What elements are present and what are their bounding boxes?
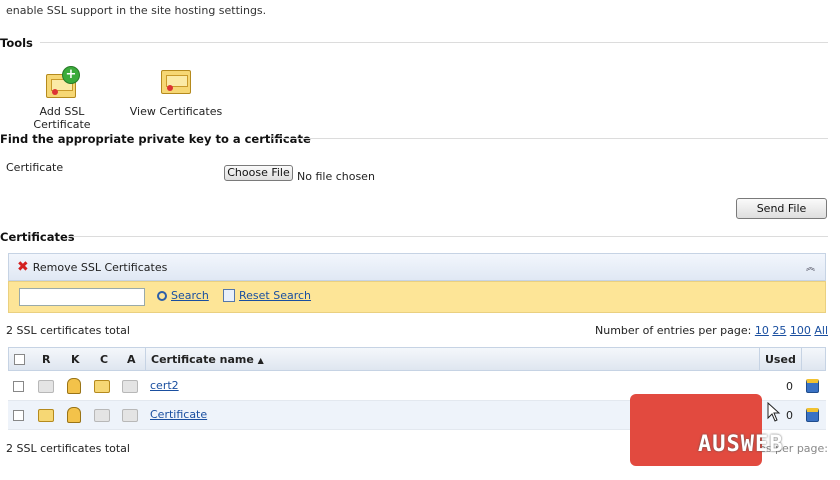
ca-certificate-icon[interactable] <box>122 380 138 393</box>
column-certificate-name[interactable]: Certificate name ▲ <box>151 353 264 366</box>
remove-ssl-certificates-button[interactable]: ✖ Remove SSL Certificates <box>17 260 167 274</box>
divider <box>759 348 760 370</box>
column-k: K <box>71 353 80 366</box>
add-ssl-certificate-tool[interactable]: + Add SSL Certificate <box>10 66 114 131</box>
add-ssl-certificate-label: Add SSL Certificate <box>33 105 91 131</box>
magnifier-icon <box>157 290 167 301</box>
certificates-title: Certificates <box>0 230 75 244</box>
entries-per-page: Number of entries per page: 10 25 100 Al… <box>595 324 828 337</box>
sort-ascending-icon: ▲ <box>257 356 264 365</box>
plus-icon: + <box>62 66 80 84</box>
key-icon[interactable] <box>67 407 81 423</box>
divider <box>145 348 146 370</box>
column-r: R <box>42 353 51 366</box>
column-certificate-name-label: Certificate name <box>151 353 254 366</box>
ausweb-logo-text: AUSWEB <box>698 432 784 457</box>
mouse-cursor-icon <box>767 402 781 422</box>
certificate-request-icon[interactable] <box>38 409 54 422</box>
total-count-top: 2 SSL certificates total <box>6 324 130 337</box>
total-count-bottom: 2 SSL certificates total <box>6 442 130 455</box>
key-icon[interactable] <box>67 378 81 394</box>
reset-search-link[interactable]: Reset Search <box>239 289 311 302</box>
used-count: 0 <box>786 380 793 393</box>
save-icon[interactable] <box>806 379 819 393</box>
view-certificates-tool[interactable]: View Certificates <box>126 68 226 118</box>
used-count: 0 <box>786 409 793 422</box>
search-input[interactable] <box>19 288 145 306</box>
intro-text: enable SSL support in the site hosting s… <box>6 4 267 17</box>
save-icon[interactable] <box>806 408 819 422</box>
divider <box>801 348 802 370</box>
delete-x-icon: ✖ <box>17 259 29 275</box>
certificate-field-label: Certificate <box>6 161 64 174</box>
search-button[interactable]: Search <box>157 289 209 302</box>
divider <box>68 236 828 237</box>
certificate-icon[interactable] <box>94 409 110 422</box>
page-option-25[interactable]: 25 <box>772 324 786 337</box>
row-checkbox[interactable] <box>13 410 24 421</box>
row-checkbox[interactable] <box>13 381 24 392</box>
column-used: Used <box>765 353 796 366</box>
page-option-all[interactable]: All <box>814 324 828 337</box>
column-c: C <box>100 353 109 366</box>
certificate-name-link[interactable]: Certificate <box>150 408 207 421</box>
select-all-checkbox[interactable] <box>14 354 25 365</box>
certificate-request-icon[interactable] <box>38 380 54 393</box>
view-certificates-label: View Certificates <box>129 105 223 118</box>
table-header: R K C A Certificate name ▲ Used <box>8 347 826 371</box>
page-option-100[interactable]: 100 <box>790 324 811 337</box>
certificate-name-link[interactable]: cert2 <box>150 379 179 392</box>
reset-list-icon <box>223 289 235 302</box>
search-bar: Search Reset Search <box>8 281 826 313</box>
page-option-10[interactable]: 10 <box>755 324 769 337</box>
reset-search-button[interactable]: Reset Search <box>223 289 311 302</box>
search-link[interactable]: Search <box>171 289 209 302</box>
divider <box>40 42 828 43</box>
certificates-toolbar: ✖ Remove SSL Certificates ︽ <box>8 253 826 281</box>
column-a: A <box>127 353 136 366</box>
collapse-chevron-icon[interactable]: ︽ <box>806 260 815 273</box>
remove-ssl-certificates-label: Remove SSL Certificates <box>32 260 168 274</box>
private-key-title: Find the appropriate private key to a ce… <box>0 132 311 146</box>
send-file-button[interactable]: Send File <box>736 198 827 219</box>
certificate-icon[interactable] <box>94 380 110 393</box>
entries-per-page-label: Number of entries per page: <box>595 324 752 337</box>
choose-file-button[interactable]: Choose File <box>224 165 293 181</box>
ca-certificate-icon[interactable] <box>122 409 138 422</box>
divider <box>272 138 828 139</box>
no-file-chosen-text: No file chosen <box>297 170 375 183</box>
tools-title: Tools <box>0 36 33 50</box>
certificate-icon <box>161 70 191 94</box>
